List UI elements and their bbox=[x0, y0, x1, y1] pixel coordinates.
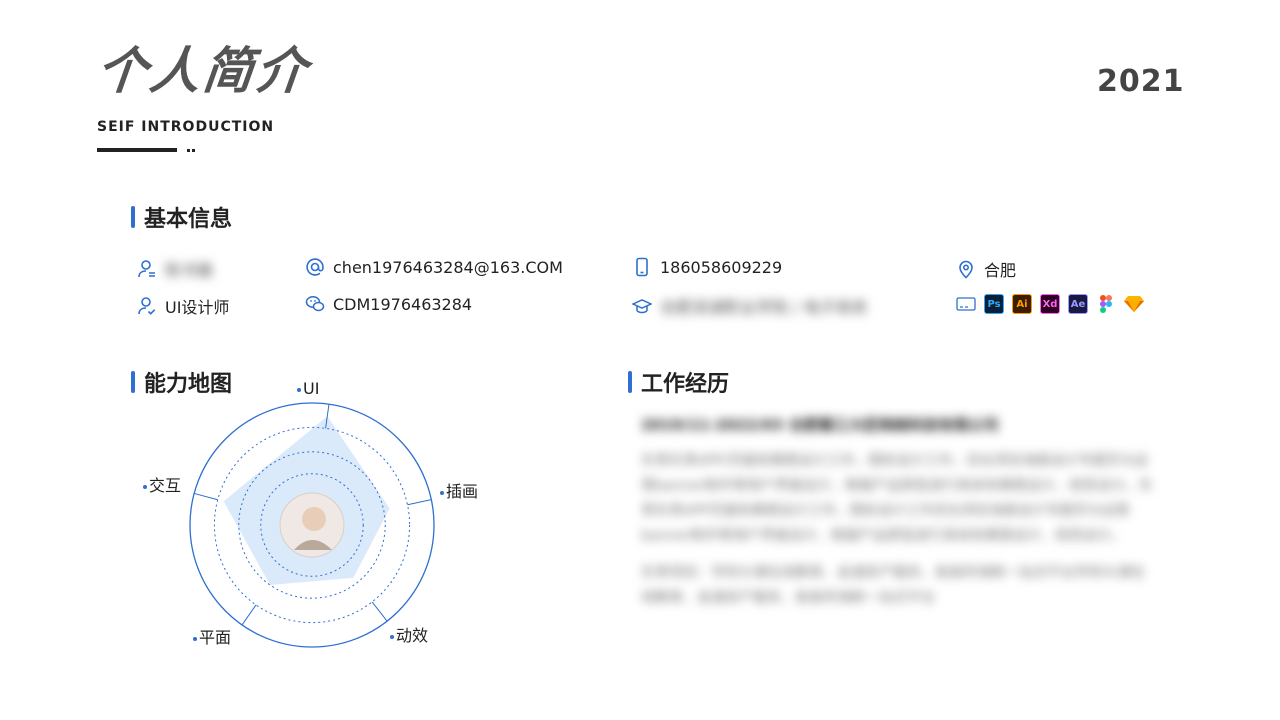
radar-svg bbox=[189, 402, 435, 648]
education-value: 合肥滨湖职业学院 / 电子商务 bbox=[660, 298, 868, 317]
year-label: 2021 bbox=[1097, 64, 1185, 99]
radar-axis-text: 平面 bbox=[199, 628, 232, 647]
radar-axis-dot bbox=[297, 387, 301, 392]
tool-figma-icon bbox=[1096, 294, 1116, 314]
radar-spoke bbox=[194, 492, 218, 501]
radar-axis-text: 动效 bbox=[396, 626, 429, 645]
at-icon bbox=[305, 257, 325, 277]
work-experience: 2019/11-2022/03 合肥蜀江大匠网络科技有限公司 负责负责APP/页… bbox=[641, 414, 1153, 623]
radar-axis-dot bbox=[440, 490, 444, 495]
city-value: 合肥 bbox=[984, 261, 1017, 280]
radar-axis-text: 插画 bbox=[446, 482, 479, 501]
radar-axis-label: 插画 bbox=[440, 478, 478, 502]
info-position: UI设计师 bbox=[137, 294, 229, 318]
avatar-face bbox=[302, 507, 326, 531]
info-education: 合肥滨湖职业学院 / 电子商务 bbox=[631, 294, 868, 318]
tool-pr-icon bbox=[956, 294, 976, 314]
ability-radar-chart: UI 插画动效 平面 交互 bbox=[140, 375, 500, 665]
radar-axis-dot bbox=[193, 636, 197, 641]
tool-ps-icon: Ps bbox=[984, 294, 1004, 314]
location-pin-icon bbox=[956, 259, 976, 279]
radar-axis-dot bbox=[143, 484, 147, 489]
info-email: chen1976463284@163.COM bbox=[305, 257, 563, 277]
tool-sketch-icon bbox=[1124, 294, 1144, 314]
work-entry-head: 2019/11-2022/03 合肥蜀江大匠网络科技有限公司 bbox=[641, 416, 999, 434]
phone-value: 186058609229 bbox=[660, 257, 783, 277]
user-icon bbox=[137, 259, 157, 279]
section-work: 工作经历 bbox=[628, 366, 729, 398]
section-title-work: 工作经历 bbox=[641, 372, 730, 397]
section-title-basic-info: 基本信息 bbox=[144, 207, 233, 232]
work-description: 负责负责APP/页面效果图设计工作，图标设计工作，优化项目海报设计专题页与运营b… bbox=[641, 453, 1153, 544]
section-basic-info: 基本信息 bbox=[131, 201, 232, 233]
radar-axis-text: UI bbox=[303, 379, 320, 398]
radar-axis-label: UI bbox=[297, 379, 319, 398]
section-accent-bar bbox=[131, 206, 135, 228]
info-phone: 186058609229 bbox=[632, 257, 782, 277]
info-name: 陈书雅 bbox=[137, 257, 213, 281]
radar-axis-label: 平面 bbox=[193, 624, 231, 648]
wechat-icon bbox=[305, 294, 325, 314]
radar-spoke bbox=[241, 604, 257, 626]
tool-xd-icon: Xd bbox=[1040, 294, 1060, 314]
section-accent-bar bbox=[131, 371, 135, 393]
title-underline-dots bbox=[187, 149, 196, 152]
section-accent-bar bbox=[628, 371, 632, 393]
tool-ae-icon: Ae bbox=[1068, 294, 1088, 314]
email-value: chen1976463284@163.COM bbox=[333, 257, 563, 277]
title-underline bbox=[97, 148, 177, 152]
info-wechat: CDM1976463284 bbox=[305, 294, 472, 314]
graduation-cap-icon bbox=[631, 296, 653, 316]
tools-list: Ps Ai Xd Ae bbox=[956, 294, 1152, 314]
wechat-value: CDM1976463284 bbox=[333, 294, 473, 314]
page-subtitle: SEIF INTRODUCTION bbox=[97, 119, 275, 135]
radar-axis-text: 交互 bbox=[149, 476, 182, 495]
work-projects: 负责项目：学府大课在线教育、金渡房产服务、鱼鱼阿海鲜一站式平台学府大课在线教育、… bbox=[641, 565, 1145, 606]
tool-ai-icon: Ai bbox=[1012, 294, 1032, 314]
radar-axis-label: 交互 bbox=[143, 472, 181, 496]
radar-spoke bbox=[371, 601, 388, 622]
radar-axis-dot bbox=[390, 634, 394, 639]
name-value: 陈书雅 bbox=[165, 261, 214, 280]
radar-axis-label: 动效 bbox=[390, 622, 428, 646]
phone-icon bbox=[632, 257, 652, 277]
user-check-icon bbox=[137, 296, 157, 316]
position-value: UI设计师 bbox=[165, 298, 230, 317]
info-city: 合肥 bbox=[956, 257, 1016, 281]
page-title: 个人简介 bbox=[93, 42, 313, 100]
radar-spoke bbox=[407, 499, 432, 506]
